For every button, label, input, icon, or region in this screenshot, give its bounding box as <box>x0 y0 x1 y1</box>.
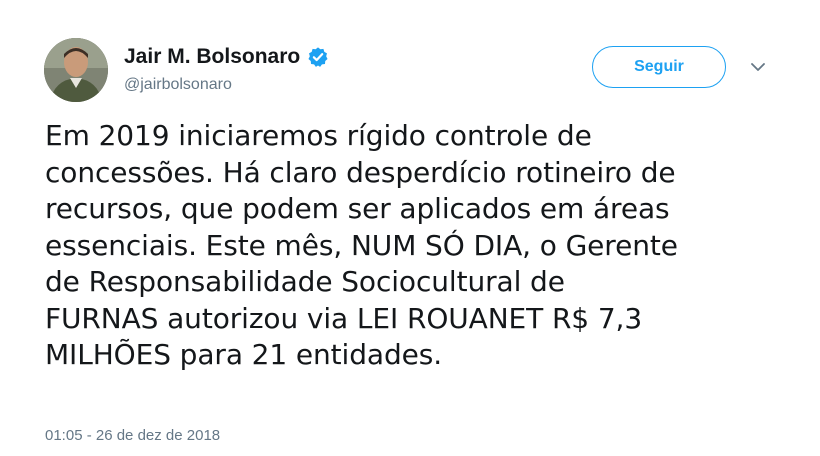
avatar[interactable] <box>44 38 108 102</box>
tweet-timestamp[interactable]: 01:05 - 26 de dez de 2018 <box>45 426 220 446</box>
tweet-text: Em 2019 iniciaremos rígido controle de c… <box>45 119 678 371</box>
follow-button[interactable]: Seguir <box>592 46 726 88</box>
avatar-image <box>44 38 108 102</box>
verified-badge-icon <box>307 46 329 68</box>
user-handle[interactable]: @jairbolsonaro <box>124 74 329 96</box>
display-name[interactable]: Jair M. Bolsonaro <box>124 44 300 70</box>
user-names: Jair M. Bolsonaro @jairbolsonaro <box>124 44 329 96</box>
chevron-down-icon[interactable] <box>750 60 766 72</box>
tweet-header: Jair M. Bolsonaro @jairbolsonaro Seguir <box>44 38 780 104</box>
follow-button-label: Seguir <box>634 58 684 75</box>
tweet-card: Jair M. Bolsonaro @jairbolsonaro Seguir … <box>0 0 820 456</box>
display-name-line: Jair M. Bolsonaro <box>124 44 329 70</box>
